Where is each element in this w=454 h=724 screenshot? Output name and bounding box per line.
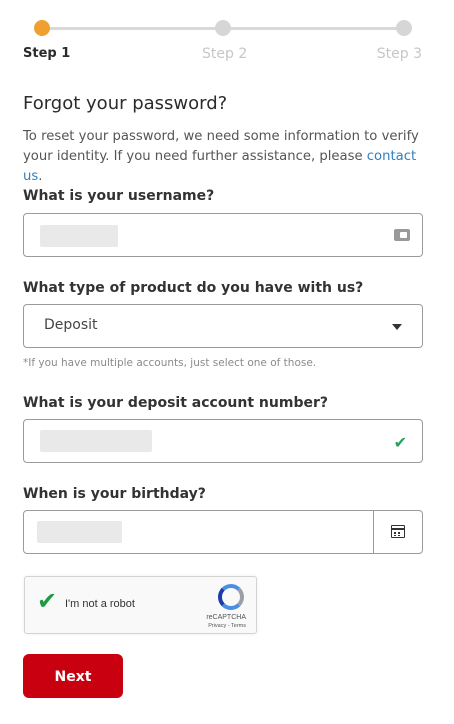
birthday-label: When is your birthday? [23, 486, 206, 502]
captcha-links[interactable]: Privacy - Terms [208, 623, 246, 629]
product-select[interactable]: Deposit [23, 304, 423, 348]
calendar-icon[interactable] [391, 525, 405, 538]
step-1-dot [34, 20, 50, 36]
progress-stepper: Step 1 Step 2 Step 3 [23, 17, 422, 67]
username-redacted-value [40, 225, 118, 247]
intro-period: . [38, 169, 43, 184]
account-redacted-value [40, 430, 152, 452]
key-icon[interactable] [394, 229, 410, 241]
account-number-input[interactable]: ✔ [23, 419, 423, 463]
product-label: What type of product do you have with us… [23, 280, 364, 296]
username-label: What is your username? [23, 188, 215, 204]
account-number-label: What is your deposit account number? [23, 395, 328, 411]
checkmark-icon[interactable]: ✔ [37, 589, 57, 613]
step-2: Step 2 [202, 17, 282, 62]
step-2-dot [215, 20, 231, 36]
forgot-password-page: Step 1 Step 2 Step 3 Forgot your passwor… [0, 0, 454, 724]
captcha-brand: reCAPTCHA [206, 614, 246, 621]
recaptcha-widget[interactable]: ✔ I'm not a robot reCAPTCHA Privacy - Te… [24, 576, 257, 634]
username-input[interactable] [23, 213, 423, 257]
step-3-label: Step 3 [376, 46, 422, 62]
checkmark-icon: ✔ [393, 433, 407, 452]
step-1-label: Step 1 [23, 46, 71, 61]
birthday-redacted-value [37, 521, 122, 543]
chevron-down-icon[interactable] [392, 324, 402, 330]
page-title: Forgot your password? [23, 93, 228, 114]
next-button[interactable]: Next [23, 654, 123, 698]
recaptcha-logo-icon [218, 584, 244, 610]
product-hint: *If you have multiple accounts, just sel… [23, 357, 317, 369]
intro-text: To reset your password, we need some inf… [23, 127, 433, 187]
calendar-divider [373, 511, 374, 553]
step-3-dot [396, 20, 412, 36]
product-selected-value: Deposit [44, 317, 98, 333]
birthday-input[interactable] [23, 510, 423, 554]
step-3: Step 3 [342, 17, 422, 62]
step-2-label: Step 2 [202, 46, 248, 62]
intro-copy: To reset your password, we need some inf… [23, 129, 419, 164]
captcha-label: I'm not a robot [65, 598, 135, 610]
step-1: Step 1 [23, 17, 103, 61]
